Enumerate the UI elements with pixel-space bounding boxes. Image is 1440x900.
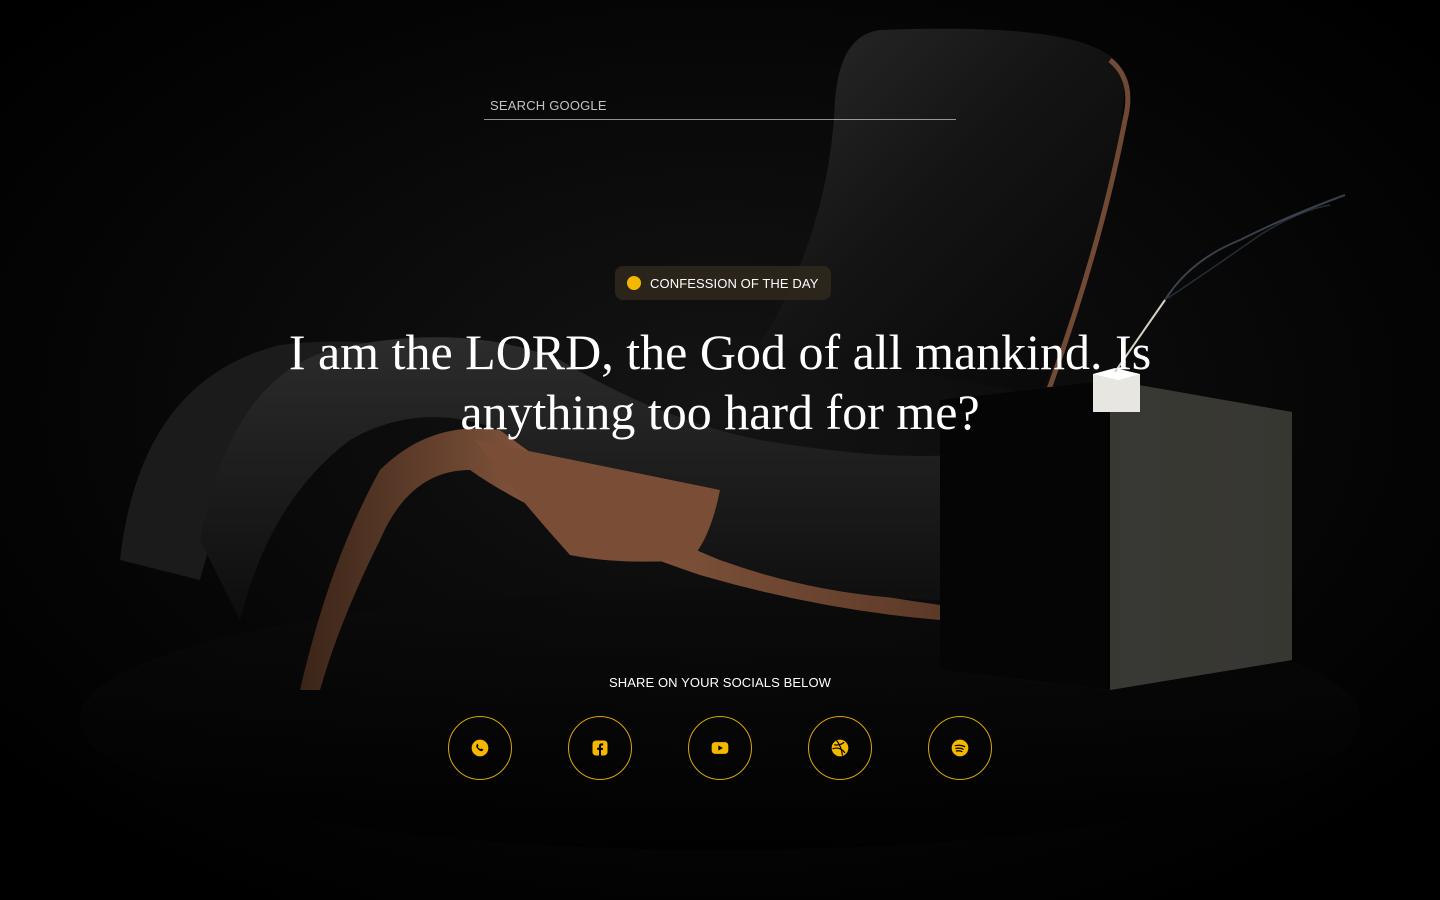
- badge-label: CONFESSION OF THE DAY: [650, 275, 819, 291]
- whatsapp-icon: [471, 739, 489, 757]
- youtube-icon: [711, 742, 729, 754]
- dribbble-icon: [831, 739, 849, 757]
- facebook-icon: [592, 740, 608, 756]
- spotify-icon: [951, 739, 969, 757]
- share-label: SHARE ON YOUR SOCIALS BELOW: [608, 675, 832, 690]
- whatsapp-button[interactable]: [448, 716, 512, 780]
- youtube-button[interactable]: [688, 716, 752, 780]
- search-input[interactable]: [484, 92, 956, 119]
- social-links: [448, 716, 992, 780]
- dribbble-button[interactable]: [808, 716, 872, 780]
- spotify-button[interactable]: [928, 716, 992, 780]
- confession-quote: I am the LORD, the God of all mankind. I…: [288, 324, 1152, 440]
- facebook-button[interactable]: [568, 716, 632, 780]
- status-dot-icon: [627, 276, 641, 290]
- confession-badge: CONFESSION OF THE DAY: [615, 266, 832, 300]
- search-bar[interactable]: [484, 92, 956, 120]
